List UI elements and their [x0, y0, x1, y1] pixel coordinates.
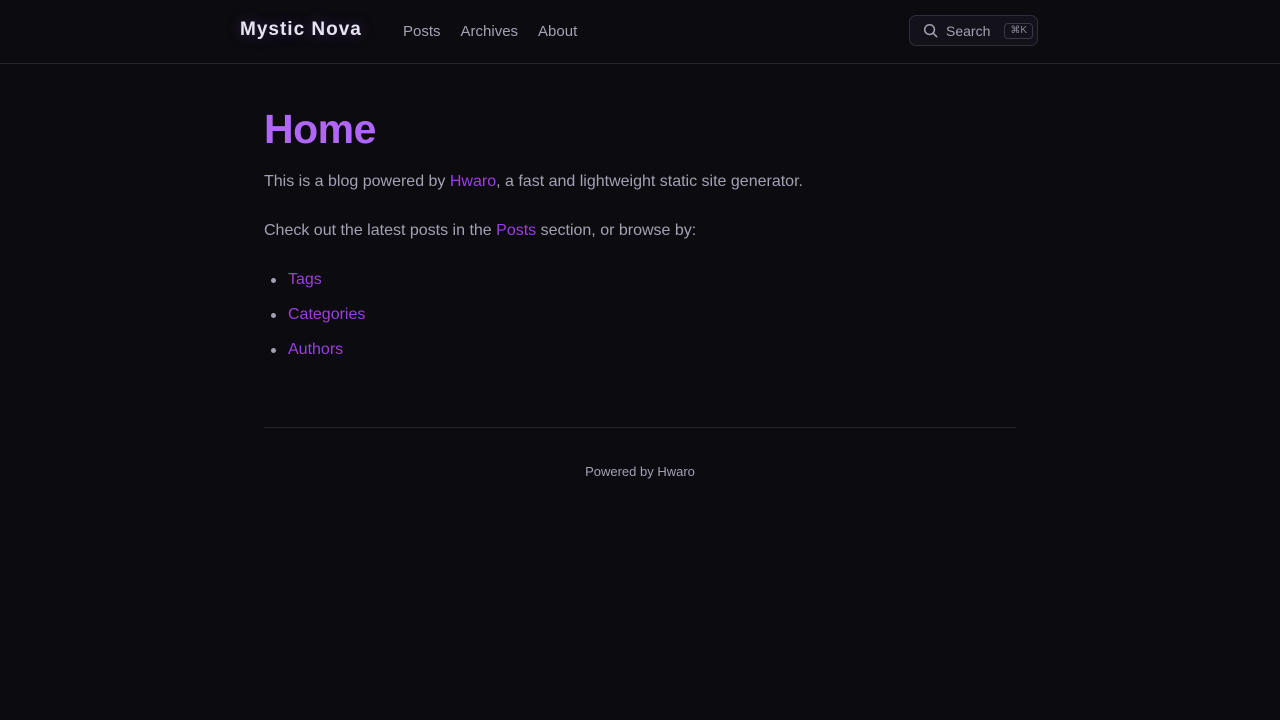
list-item: Tags [264, 271, 365, 306]
main-nav: Posts Archives About [403, 23, 577, 40]
search-shortcut-badge: ⌘K [1004, 22, 1034, 39]
authors-link[interactable]: Authors [288, 341, 343, 358]
browse-text-after: section, or browse by: [536, 222, 697, 239]
categories-link[interactable]: Categories [288, 306, 365, 323]
footer-powered-by: Powered by Hwaro [585, 464, 695, 479]
list-item: Categories [264, 306, 365, 341]
browse-list: Tags Categories Authors [264, 271, 365, 376]
posts-section-link[interactable]: Posts [496, 222, 536, 239]
browse-paragraph: Check out the latest posts in the Posts … [264, 222, 696, 240]
page-title: Home [264, 106, 376, 152]
footer-divider [264, 427, 1016, 428]
intro-paragraph: This is a blog powered by Hwaro, a fast … [264, 173, 803, 191]
site-header: Mystic Nova Posts Archives About Search … [0, 0, 1280, 64]
site-title-link[interactable]: Mystic Nova [240, 19, 362, 41]
hwaro-link[interactable]: Hwaro [450, 173, 496, 190]
intro-text-before: This is a blog powered by [264, 173, 450, 190]
list-item: Authors [264, 341, 365, 376]
search-label: Search [946, 22, 991, 39]
nav-link-about[interactable]: About [538, 23, 577, 40]
browse-text-before: Check out the latest posts in the [264, 222, 497, 239]
tags-link[interactable]: Tags [288, 271, 322, 288]
search-button[interactable]: Search ⌘K [909, 15, 1038, 46]
nav-link-archives[interactable]: Archives [461, 23, 519, 40]
intro-text-after: , a fast and lightweight static site gen… [496, 173, 803, 190]
nav-link-posts[interactable]: Posts [403, 23, 441, 40]
search-icon [923, 23, 938, 38]
